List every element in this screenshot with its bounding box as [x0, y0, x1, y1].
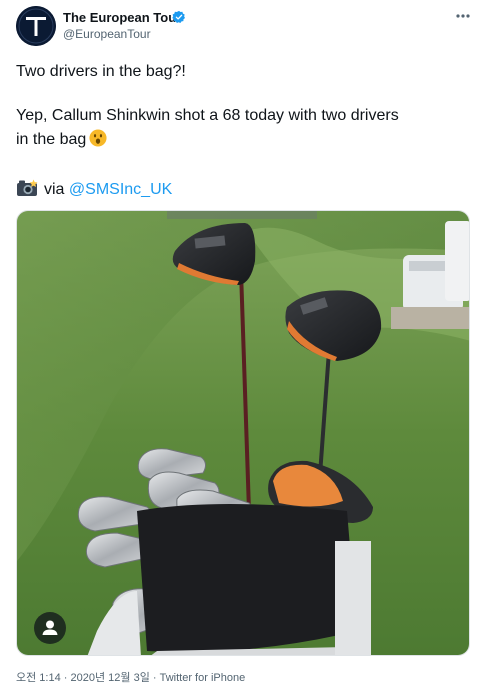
meta-separator: ·	[63, 672, 68, 684]
tweet-text: Two drivers in the bag?! Yep, Callum Shi…	[16, 60, 476, 152]
tweet-time[interactable]: 오전 1:14	[16, 672, 61, 684]
person-icon	[42, 620, 58, 635]
tweet-text-fragment: in the bag	[16, 131, 87, 148]
via-label: via	[44, 181, 65, 198]
tweet-meta: 오전 1:14 · 2020년 12월 3일 · Twitter for iPh…	[16, 669, 245, 685]
credit-line: via @SMSInc_UK	[16, 178, 172, 202]
camera-flash-emoji-icon	[17, 179, 38, 196]
display-name[interactable]: The European Tour	[63, 10, 181, 25]
tweet-date[interactable]: 2020년 12월 3일	[71, 672, 150, 684]
tweet-text-line: Two drivers in the bag?!	[16, 63, 186, 80]
meta-separator: ·	[152, 672, 157, 684]
astonished-face-emoji-icon	[89, 129, 107, 147]
golf-bag-photo	[17, 211, 469, 655]
avatar[interactable]	[16, 6, 56, 46]
tag-people-button[interactable]	[34, 612, 66, 644]
tweet-text-line: Yep, Callum Shinkwin shot a 68 today wit…	[16, 107, 399, 124]
tweet: The European Tour @EuropeanTour Two driv…	[0, 0, 491, 691]
verified-badge-icon	[172, 10, 186, 24]
mention-link[interactable]: @SMSInc_UK	[69, 181, 172, 198]
tweet-source[interactable]: Twitter for iPhone	[160, 672, 246, 684]
more-options-icon[interactable]	[455, 9, 471, 23]
european-tour-logo-icon	[16, 6, 56, 46]
tweet-text-line-with-emoji: in the bag	[16, 128, 476, 152]
handle[interactable]: @EuropeanTour	[63, 27, 151, 41]
tweet-photo[interactable]	[16, 210, 470, 656]
